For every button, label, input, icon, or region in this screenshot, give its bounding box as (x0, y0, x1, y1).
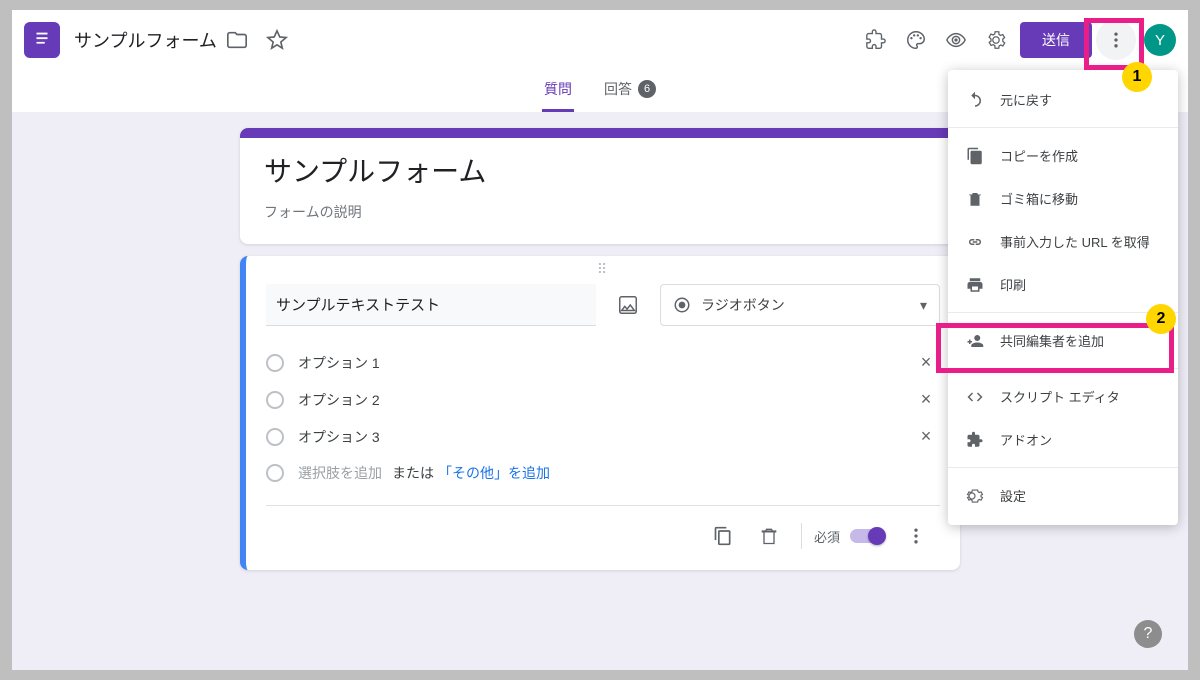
menu-script-editor[interactable]: スクリプト エディタ (948, 375, 1178, 418)
menu-label: アドオン (1000, 430, 1052, 449)
menu-label: 設定 (1000, 486, 1026, 505)
annotation-number-1: 1 (1122, 62, 1152, 92)
option-input[interactable]: オプション 3 (298, 427, 912, 447)
settings-icon[interactable] (976, 20, 1016, 60)
more-menu-button[interactable] (1096, 20, 1136, 60)
palette-icon[interactable] (896, 20, 936, 60)
folder-icon[interactable] (217, 20, 257, 60)
menu-separator (948, 127, 1178, 128)
help-icon[interactable]: ? (1134, 620, 1162, 648)
option-input[interactable]: オプション 1 (298, 353, 912, 373)
menu-separator (948, 467, 1178, 468)
question-title-input[interactable]: サンプルテキストテスト (266, 284, 596, 326)
question-type-select[interactable]: ラジオボタン ▾ (660, 284, 940, 326)
delete-icon[interactable] (749, 516, 789, 556)
menu-prefilled-url[interactable]: 事前入力した URL を取得 (948, 220, 1178, 263)
required-label: 必須 (814, 527, 840, 546)
option-row: オプション 1 × (266, 344, 940, 381)
remove-option-icon[interactable]: × (912, 389, 940, 410)
question-card[interactable]: ⠿ サンプルテキストテスト ラジオボタン ▾ オプション 1 × (240, 256, 960, 570)
radio-icon (266, 464, 284, 482)
menu-copy[interactable]: コピーを作成 (948, 134, 1178, 177)
document-title[interactable]: サンプルフォーム (74, 27, 217, 53)
caret-down-icon: ▾ (920, 297, 927, 314)
tab-responses[interactable]: 回答 6 (602, 70, 658, 112)
menu-label: 事前入力した URL を取得 (1000, 232, 1150, 251)
menu-label: コピーを作成 (1000, 146, 1078, 165)
menu-label: 元に戻す (1000, 90, 1052, 109)
annotation-number-2: 2 (1146, 304, 1176, 334)
remove-option-icon[interactable]: × (912, 426, 940, 447)
option-input[interactable]: オプション 2 (298, 390, 912, 410)
header-bar: サンプルフォーム 送信 Y (12, 10, 1188, 70)
menu-add-collaborators[interactable]: 共同編集者を追加 (948, 319, 1178, 362)
add-option-button[interactable]: 選択肢を追加 (298, 463, 382, 483)
menu-label: スクリプト エディタ (1000, 387, 1120, 406)
radio-icon (266, 391, 284, 409)
response-count-badge: 6 (638, 80, 656, 98)
menu-separator (948, 312, 1178, 313)
menu-print[interactable]: 印刷 (948, 263, 1178, 306)
menu-label: 印刷 (1000, 275, 1026, 294)
duplicate-icon[interactable] (703, 516, 743, 556)
menu-settings[interactable]: 設定 (948, 474, 1178, 517)
tab-questions[interactable]: 質問 (542, 70, 574, 112)
menu-separator (948, 368, 1178, 369)
add-image-icon[interactable] (610, 287, 646, 323)
star-icon[interactable] (257, 20, 297, 60)
send-button[interactable]: 送信 (1020, 22, 1092, 58)
radio-icon (266, 354, 284, 372)
form-description-input[interactable]: フォームの説明 (264, 202, 936, 222)
preview-icon[interactable] (936, 20, 976, 60)
tab-responses-label: 回答 (604, 79, 632, 99)
add-other-button[interactable]: 「その他」を追加 (438, 463, 550, 483)
menu-label: ゴミ箱に移動 (1000, 189, 1078, 208)
question-type-label: ラジオボタン (701, 295, 785, 315)
question-more-icon[interactable] (896, 516, 936, 556)
divider (801, 523, 802, 549)
option-row: オプション 2 × (266, 381, 940, 418)
add-option-row: 選択肢を追加 または 「その他」を追加 (266, 455, 940, 499)
form-title-input[interactable]: サンプルフォーム (264, 150, 936, 190)
menu-addons[interactable]: アドオン (948, 418, 1178, 461)
or-label: または (392, 463, 434, 483)
required-toggle[interactable] (850, 529, 884, 543)
more-menu: 元に戻す コピーを作成 ゴミ箱に移動 事前入力した URL を取得 印刷 共同編… (948, 70, 1178, 525)
account-avatar[interactable]: Y (1144, 24, 1176, 56)
addons-icon[interactable] (856, 20, 896, 60)
menu-label: 共同編集者を追加 (1000, 331, 1104, 350)
remove-option-icon[interactable]: × (912, 352, 940, 373)
drag-handle-icon[interactable]: ⠿ (266, 266, 940, 276)
radio-icon (266, 428, 284, 446)
question-footer: 必須 (266, 505, 940, 570)
forms-logo[interactable] (24, 22, 60, 58)
form-header-card[interactable]: サンプルフォーム フォームの説明 (240, 128, 960, 244)
option-row: オプション 3 × (266, 418, 940, 455)
menu-trash[interactable]: ゴミ箱に移動 (948, 177, 1178, 220)
